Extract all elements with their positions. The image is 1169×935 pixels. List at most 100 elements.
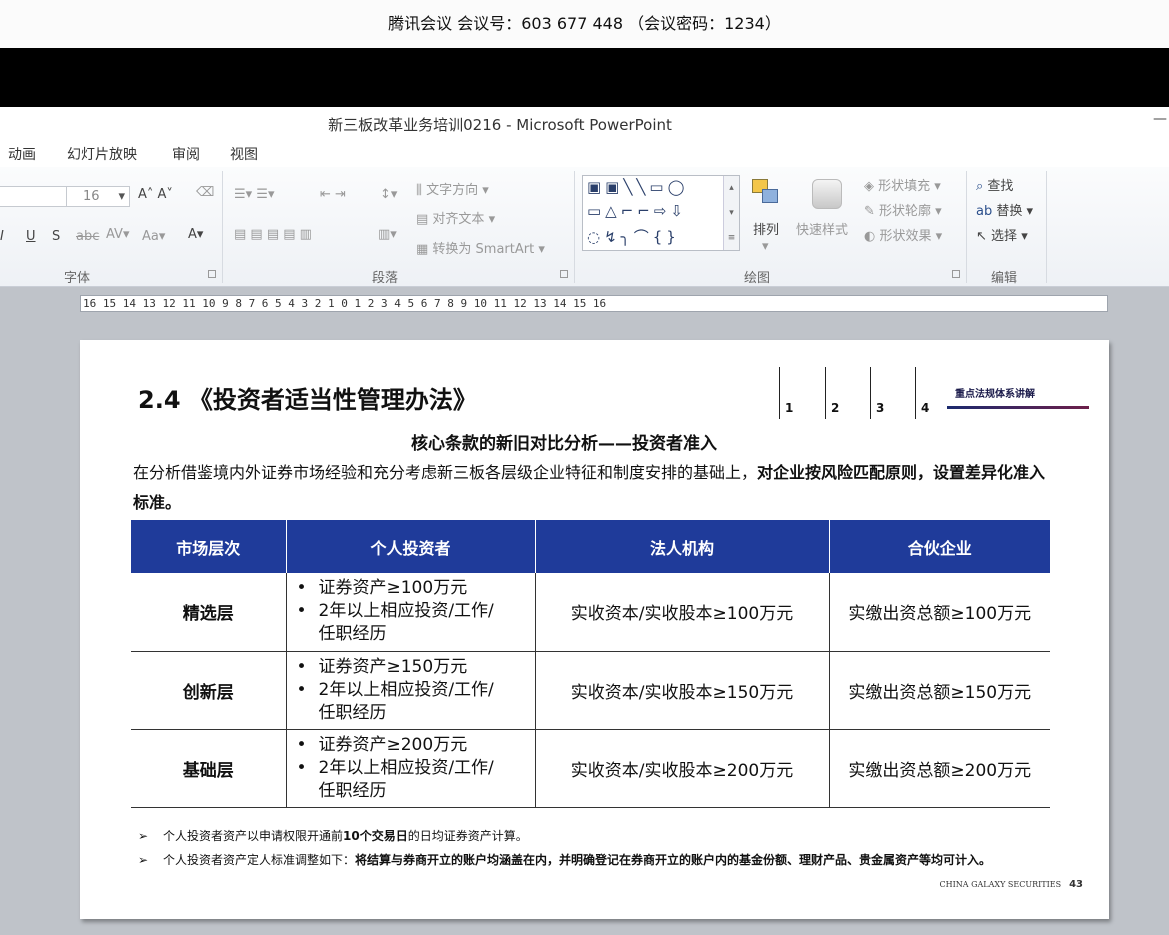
shadow-button[interactable]: S xyxy=(52,229,60,244)
group-divider xyxy=(1046,171,1047,283)
columns-button[interactable]: ▥▾ xyxy=(378,227,397,242)
text-direction-button[interactable]: ⫼ 文字方向 ▾ xyxy=(416,179,489,198)
paragraph-group-label: 段落 xyxy=(372,271,399,286)
bullet-text: 证券资产≥100万元 xyxy=(318,578,468,599)
meeting-banner: 腾讯会议 会议号：603 677 448 （会议密码：1234） xyxy=(0,0,1169,48)
gallery-down-icon[interactable]: ▾ xyxy=(723,201,739,226)
ribbon-tabs: 动画 幻灯片放映 审阅 视图 xyxy=(0,139,1169,167)
horizontal-ruler[interactable]: 16 15 14 13 12 11 10 9 8 7 6 5 4 3 2 1 0… xyxy=(80,295,1108,312)
align-buttons[interactable]: ▤ ▤ ▤ ▤ ▥ xyxy=(234,227,312,242)
list-item-continuation: 任职经历 xyxy=(318,780,387,801)
table-header-row: 市场层次 个人投资者 法人机构 合伙企业 xyxy=(131,520,1050,573)
font-group-label: 字体 xyxy=(64,271,91,286)
shapes-gallery[interactable]: ▣▣╲╲▭◯ ▭△⌐⌐⇨⇩ ◌↯╮⌒{} ▴ ▾ ≡ xyxy=(582,175,740,251)
minimize-icon[interactable]: — xyxy=(1153,111,1167,127)
drawing-group-label: 绘图 xyxy=(744,271,771,286)
partnership-cell: 实缴出资总额≥200万元 xyxy=(829,729,1050,808)
window-title: 新三板改革业务培训0216 - Microsoft PowerPoint xyxy=(328,116,672,134)
slide-canvas[interactable]: 2.4 《投资者适当性管理办法》 1 2 3 4 重点法规体系讲解 核心条款的新… xyxy=(80,340,1109,919)
quick-styles-icon[interactable] xyxy=(812,179,842,209)
list-item: • 2年以上相应投资/工作/ xyxy=(296,601,494,622)
shape-fill-button[interactable]: ◈ 形状填充 ▾ xyxy=(864,175,941,194)
font-dialog-launcher-icon[interactable] xyxy=(208,270,216,278)
shape-effects-button[interactable]: ◐ 形状效果 ▾ xyxy=(864,225,942,244)
table-row: 基础层 • 证券资产≥200万元 • 2年以上相应投资/工作/ 任职经历 实收资本/… xyxy=(131,729,1050,808)
header-cell: 法人机构 xyxy=(535,520,830,573)
list-item-continuation: 任职经历 xyxy=(318,702,387,723)
change-case-button[interactable]: Aa▾ xyxy=(142,229,165,244)
group-divider xyxy=(222,171,223,283)
footnote-1: ➢ 个人投资者资产以申请权限开通前10个交易日的日均证券资产计算。 xyxy=(138,827,528,844)
level-cell: 基础层 xyxy=(131,729,287,808)
find-button[interactable]: ⌕ 查找 xyxy=(976,175,1013,194)
page-number: 43 xyxy=(1069,879,1083,890)
nav-number: 4 xyxy=(921,401,930,415)
gallery-more-icon[interactable]: ≡ xyxy=(723,226,739,250)
bullet-text: 2年以上相应投资/工作/ xyxy=(318,679,494,700)
note-text: 的日均证券资产计算。 xyxy=(407,829,528,843)
quick-styles-button[interactable]: 快速样式 xyxy=(796,219,848,238)
grow-font-button[interactable]: A˄ A˅ xyxy=(138,187,173,202)
brand-logo-text: CHINA GALAXY SECURITIES xyxy=(939,880,1062,889)
font-color-button[interactable]: A▾ xyxy=(188,227,203,242)
line-spacing-button[interactable]: ↕▾ xyxy=(380,187,397,202)
arrange-dropdown-icon[interactable]: ▾ xyxy=(762,239,769,254)
partnership-cell: 实缴出资总额≥150万元 xyxy=(829,651,1050,730)
gallery-up-icon[interactable]: ▴ xyxy=(723,176,739,201)
group-divider xyxy=(574,171,575,283)
replace-button[interactable]: ab 替换 ▾ xyxy=(976,200,1033,219)
individual-cell: • 证券资产≥200万元 • 2年以上相应投资/工作/ 任职经历 xyxy=(286,729,536,808)
select-icon: ↖ xyxy=(976,229,987,244)
slide-title: 2.4 《投资者适当性管理办法》 xyxy=(138,386,477,414)
note-text: 个人投资者资产定人标准调整如下： xyxy=(163,853,356,867)
individual-cell: • 证券资产≥150万元 • 2年以上相应投资/工作/ 任职经历 xyxy=(286,651,536,730)
replace-icon: ab xyxy=(976,204,993,219)
select-button[interactable]: ↖ 选择 ▾ xyxy=(976,225,1028,244)
slide-subtitle: 核心条款的新旧对比分析——投资者准入 xyxy=(411,434,717,454)
shape-effects-label: 形状效果 xyxy=(879,229,932,244)
underline-button[interactable]: U xyxy=(26,229,36,244)
shapes-row-2: ▭△⌐⌐⇨⇩ xyxy=(587,202,687,220)
smartart-button[interactable]: ▦ 转换为 SmartArt ▾ xyxy=(416,238,545,257)
strikethrough-button[interactable]: abc xyxy=(76,229,99,244)
black-band xyxy=(0,48,1169,107)
nav-underline xyxy=(947,406,1089,409)
clear-format-icon[interactable]: ⌫ xyxy=(196,185,214,200)
shape-outline-button[interactable]: ✎ 形状轮廓 ▾ xyxy=(864,200,942,219)
italic-button[interactable]: I xyxy=(0,229,4,244)
intro-paragraph: 在分析借鉴境内外证券市场经验和充分考虑新三板各层级企业特征和制度安排的基础上，对… xyxy=(133,458,1053,518)
shape-fill-label: 形状填充 xyxy=(878,179,931,194)
bullet-text: 2年以上相应投资/工作/ xyxy=(318,757,494,778)
drawing-dialog-launcher-icon[interactable] xyxy=(952,270,960,278)
list-item: • 证券资产≥200万元 xyxy=(296,734,468,755)
arrow-bullet-icon: ➢ xyxy=(138,853,149,867)
tab-view[interactable]: 视图 xyxy=(230,144,258,164)
arrange-icon[interactable] xyxy=(752,179,782,209)
char-spacing-button[interactable]: AV▾ xyxy=(106,227,129,242)
ribbon: 16 ▾ A˄ A˅ ⌫ I U S abc AV▾ Aa▾ A▾ 字体 ☰▾ ☰… xyxy=(0,167,1169,287)
arrange-button[interactable]: 排列 xyxy=(753,219,779,238)
font-size-input[interactable]: 16 ▾ xyxy=(66,186,130,207)
indent-buttons[interactable]: ⇤ ⇥ xyxy=(320,187,346,202)
tab-review[interactable]: 审阅 xyxy=(172,144,200,164)
legal-entity-cell: 实收资本/实收股本≥150万元 xyxy=(535,651,830,730)
nav-number: 2 xyxy=(831,401,840,415)
tab-slideshow[interactable]: 幻灯片放映 xyxy=(67,144,137,164)
nav-divider xyxy=(825,367,826,419)
nav-number: 1 xyxy=(785,401,794,415)
bullet-text: 证券资产≥200万元 xyxy=(318,734,468,755)
header-cell: 合伙企业 xyxy=(829,520,1050,573)
shapes-row-1: ▣▣╲╲▭◯ xyxy=(587,178,689,196)
window-titlebar: 新三板改革业务培训0216 - Microsoft PowerPoint — xyxy=(0,107,1169,139)
paragraph-dialog-launcher-icon[interactable] xyxy=(560,270,568,278)
legal-entity-cell: 实收资本/实收股本≥200万元 xyxy=(535,729,830,808)
footnote-2: ➢ 个人投资者资产定人标准调整如下：将结算与券商开立的账户均涵盖在内，并明确登记在… xyxy=(138,851,991,868)
bullet-text: 证券资产≥150万元 xyxy=(318,656,468,677)
tab-animations[interactable]: 动画 xyxy=(8,144,36,164)
shape-outline-label: 形状轮廓 xyxy=(879,204,932,219)
level-cell: 创新层 xyxy=(131,651,287,730)
select-label: 选择 xyxy=(991,229,1018,244)
bullets-button[interactable]: ☰▾ ☰▾ xyxy=(234,187,275,202)
align-text-button[interactable]: ▤ 对齐文本 ▾ xyxy=(416,208,495,227)
note-bold-text: 将结算与券商开立的账户均涵盖在内，并明确登记在券商开立的账户内的基金份额、理财产… xyxy=(355,853,992,867)
